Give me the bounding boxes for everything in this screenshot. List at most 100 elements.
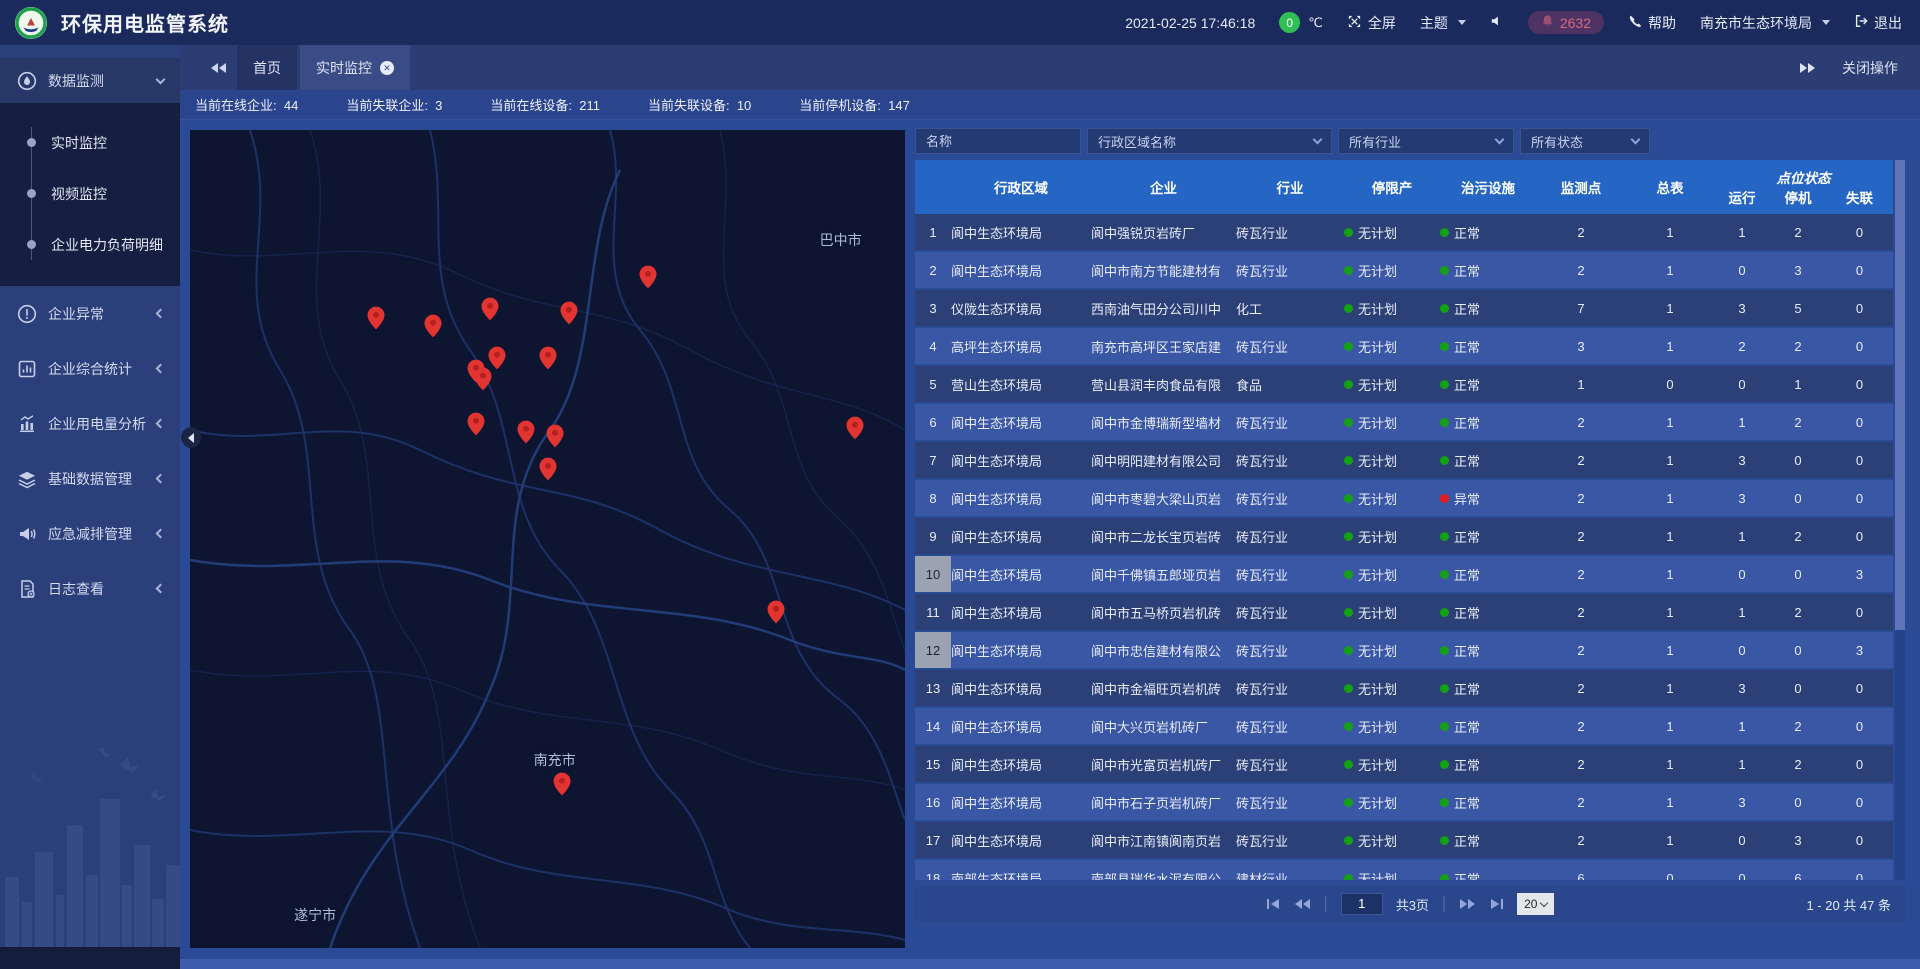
sidebar-subitem[interactable]: 视频监控 — [0, 168, 180, 219]
cell-points: 2 — [1536, 518, 1626, 554]
map-pin-icon[interactable] — [560, 301, 577, 330]
stat-item: 当前在线企业: 44 — [195, 95, 298, 114]
tab-实时监控[interactable]: 实时监控✕ — [300, 45, 410, 90]
name-filter-field[interactable] — [915, 128, 1081, 154]
map-panel[interactable]: 巴中市南充市遂宁市 — [190, 130, 905, 948]
page-size-select[interactable]: 20 — [1517, 893, 1554, 915]
logout-button[interactable]: 退出 — [1854, 13, 1902, 33]
region-filter-select[interactable]: 行政区域名称 — [1087, 128, 1332, 154]
close-operations-button[interactable]: 关闭操作 — [1842, 58, 1898, 78]
cell-offline: 3 — [1826, 556, 1893, 592]
sidebar-item[interactable]: 应急减排管理 — [0, 506, 180, 561]
map-pin-icon[interactable] — [468, 412, 485, 441]
table-row[interactable]: 14阆中生态环境局阆中大兴页岩机砖厂砖瓦行业无计划正常21120 — [915, 708, 1893, 744]
map-pin-icon[interactable] — [553, 772, 570, 801]
fullscreen-button[interactable]: 全屏 — [1347, 13, 1396, 33]
table-scrollbar[interactable] — [1895, 160, 1905, 880]
cell-stopped: 0 — [1770, 632, 1826, 668]
sidebar-item[interactable]: 基础数据管理 — [0, 451, 180, 506]
cell-industry: 食品 — [1236, 366, 1344, 402]
sidebar-collapse-toggle[interactable] — [181, 427, 201, 448]
table-row[interactable]: 17阆中生态环境局阆中市江南镇阆南页岩砖瓦行业无计划正常21030 — [915, 822, 1893, 858]
map-pin-icon[interactable] — [425, 314, 442, 343]
sidebar-bottom-strip — [0, 947, 180, 969]
table-row[interactable]: 8阆中生态环境局阆中市枣碧大梁山页岩砖瓦行业无计划异常21300 — [915, 480, 1893, 516]
table-row[interactable]: 7阆中生态环境局阆中明阳建材有限公司砖瓦行业无计划正常21300 — [915, 442, 1893, 478]
tab-首页[interactable]: 首页 — [237, 45, 297, 90]
next-page-button[interactable] — [1459, 898, 1476, 910]
map-pin-icon[interactable] — [846, 416, 863, 445]
temperature-unit: ℃ — [1308, 15, 1323, 31]
notification-badge[interactable]: 2632 — [1528, 11, 1604, 34]
sidebar-item[interactable]: 数据监测 — [0, 58, 180, 103]
cell-industry: 建材行业 — [1236, 860, 1344, 880]
cell-facility-status: 正常 — [1440, 594, 1536, 630]
alert-circle-icon — [17, 304, 37, 324]
cell-points: 2 — [1536, 670, 1626, 706]
table-row[interactable]: 2阆中生态环境局阆中市南方节能建材有砖瓦行业无计划正常21030 — [915, 252, 1893, 288]
cell-company: 西南油气田分公司川中 — [1091, 290, 1236, 326]
first-page-button[interactable] — [1266, 898, 1281, 910]
cell-points: 2 — [1536, 708, 1626, 744]
status-filter-select[interactable]: 所有状态 — [1520, 128, 1650, 154]
sidebar-item[interactable]: 企业用电量分析 — [0, 396, 180, 451]
table-row[interactable]: 12阆中生态环境局阆中市忠信建材有限公砖瓦行业无计划正常21003 — [915, 632, 1893, 668]
org-dropdown[interactable]: 南充市生态环境局 — [1700, 13, 1830, 33]
map-pin-icon[interactable] — [546, 424, 563, 453]
row-index: 12 — [915, 632, 951, 668]
map-pin-icon[interactable] — [539, 346, 556, 375]
tabs-scroll-left-button[interactable] — [180, 45, 237, 90]
cell-offline: 3 — [1826, 632, 1893, 668]
map-pin-icon[interactable] — [482, 297, 499, 326]
sidebar-subitem[interactable]: 企业电力负荷明细 — [0, 219, 180, 270]
cell-stopped: 0 — [1770, 670, 1826, 706]
cell-stopped: 2 — [1770, 708, 1826, 744]
map-pin-icon[interactable] — [475, 367, 492, 396]
table-row[interactable]: 6阆中生态环境局阆中市金博瑞新型墙材砖瓦行业无计划正常21120 — [915, 404, 1893, 440]
table-row[interactable]: 4高坪生态环境局南充市高坪区王家店建砖瓦行业无计划正常31220 — [915, 328, 1893, 364]
cell-running: 0 — [1714, 632, 1770, 668]
map-overlay: 巴中市南充市遂宁市 — [190, 130, 905, 948]
map-pin-icon[interactable] — [367, 306, 384, 335]
table-row[interactable]: 15阆中生态环境局阆中市光富页岩机砖厂砖瓦行业无计划正常21120 — [915, 746, 1893, 782]
table-row[interactable]: 5营山生态环境局营山县润丰肉食品有限食品无计划正常10010 — [915, 366, 1893, 402]
help-button[interactable]: 帮助 — [1628, 13, 1676, 33]
cell-facility-status: 正常 — [1440, 822, 1536, 858]
cell-points: 1 — [1536, 366, 1626, 402]
sidebar-item[interactable]: 日志查看 — [0, 561, 180, 616]
prev-page-button[interactable] — [1294, 898, 1311, 910]
cell-industry: 砖瓦行业 — [1236, 822, 1344, 858]
name-filter-input[interactable] — [926, 134, 1070, 149]
close-icon[interactable]: ✕ — [380, 61, 394, 75]
chevron-down-icon — [1631, 135, 1641, 145]
cell-company: 阆中市江南镇阆南页岩 — [1091, 822, 1236, 858]
table-row[interactable]: 1阆中生态环境局阆中强锐页岩砖厂砖瓦行业无计划正常21120 — [915, 214, 1893, 250]
tabs-scroll-right-button[interactable] — [1799, 62, 1816, 74]
table-row[interactable]: 10阆中生态环境局阆中千佛镇五郎垭页岩砖瓦行业无计划正常21003 — [915, 556, 1893, 592]
sound-button[interactable] — [1490, 14, 1504, 31]
page-number-input[interactable]: 1 — [1341, 893, 1383, 915]
table-row[interactable]: 9阆中生态环境局阆中市二龙长宝页岩砖砖瓦行业无计划正常21120 — [915, 518, 1893, 554]
industry-filter-select[interactable]: 所有行业 — [1338, 128, 1514, 154]
bullet-icon — [27, 189, 36, 198]
map-pin-icon[interactable] — [768, 600, 785, 629]
enterprise-table: 行政区域 企业 行业 停限产 治污设施 监测点 总表 点位状态 运行 停机 失联… — [915, 160, 1905, 880]
table-row[interactable]: 16阆中生态环境局阆中市石子页岩机砖厂砖瓦行业无计划正常21300 — [915, 784, 1893, 820]
sidebar-subitem[interactable]: 实时监控 — [0, 117, 180, 168]
table-row[interactable]: 13阆中生态环境局阆中市金福旺页岩机砖砖瓦行业无计划正常21300 — [915, 670, 1893, 706]
map-pin-icon[interactable] — [539, 457, 556, 486]
table-row[interactable]: 11阆中生态环境局阆中市五马桥页岩机砖砖瓦行业无计划正常21120 — [915, 594, 1893, 630]
cell-meters: 1 — [1626, 480, 1714, 516]
sidebar-item[interactable]: 企业综合统计 — [0, 341, 180, 396]
cell-company: 阆中明阳建材有限公司 — [1091, 442, 1236, 478]
status-dot-icon — [1440, 874, 1449, 881]
map-pin-icon[interactable] — [639, 265, 656, 294]
table-row[interactable]: 18南部生态环境局南部县瑞华水泥有限公建材行业无计划正常60060 — [915, 860, 1893, 880]
theme-dropdown[interactable]: 主题 — [1420, 13, 1466, 33]
scrollbar-thumb[interactable] — [1895, 160, 1905, 630]
table-row[interactable]: 3仪陇生态环境局西南油气田分公司川中化工无计划正常71350 — [915, 290, 1893, 326]
map-pin-icon[interactable] — [518, 420, 535, 449]
cell-region: 南部生态环境局 — [951, 860, 1091, 880]
last-page-button[interactable] — [1489, 898, 1504, 910]
sidebar-item[interactable]: 企业异常 — [0, 286, 180, 341]
